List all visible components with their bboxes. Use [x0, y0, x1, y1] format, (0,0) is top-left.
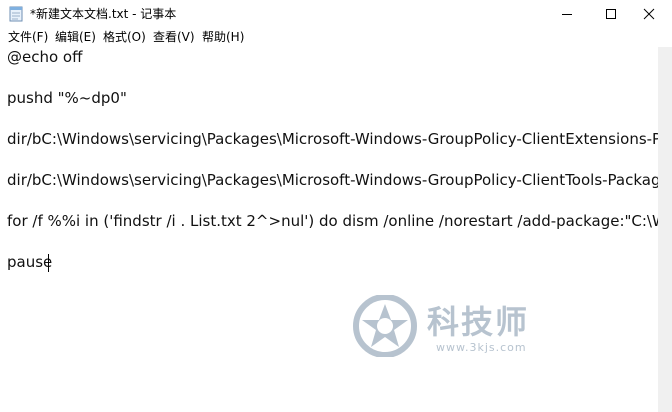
watermark-title: 科技师	[427, 303, 530, 341]
menu-file[interactable]: 文件(F)	[8, 29, 48, 45]
menu-help[interactable]: 帮助(H)	[202, 29, 244, 45]
window-title: *新建文本文档.txt - 记事本	[30, 7, 177, 21]
minimize-button[interactable]	[544, 0, 590, 28]
menu-format[interactable]: 格式(O)	[103, 29, 146, 45]
close-button[interactable]	[626, 0, 672, 28]
text-line: dir/bC:\Windows\servicing\Packages\Micro…	[7, 130, 658, 148]
vertical-scrollbar[interactable]	[658, 47, 672, 412]
text-line: for /f %%i in ('findstr /i . List.txt 2^…	[7, 212, 658, 230]
text-line: dir/bC:\Windows\servicing\Packages\Micro…	[7, 171, 658, 189]
text-line: @echo off	[7, 48, 83, 66]
menu-bar: 文件(F) 编辑(E) 格式(O) 查看(V) 帮助(H)	[0, 28, 672, 48]
text-line: pause	[7, 253, 53, 271]
menu-edit[interactable]: 编辑(E)	[55, 29, 96, 45]
title-bar[interactable]: *新建文本文档.txt - 记事本	[0, 0, 672, 28]
notepad-icon	[9, 6, 23, 22]
text-editor[interactable]: @echo off pushd "%~dp0" dir/bC:\Windows\…	[0, 47, 658, 412]
maximize-icon	[606, 9, 616, 19]
star-logo-icon	[353, 295, 417, 357]
text-line: pushd "%~dp0"	[7, 89, 127, 107]
menu-view[interactable]: 查看(V)	[153, 29, 195, 45]
text-caret	[48, 254, 49, 272]
close-icon	[643, 8, 655, 20]
minimize-icon	[562, 14, 572, 15]
watermark-url: www.3kjs.com	[436, 341, 527, 354]
watermark: 科技师 www.3kjs.com	[352, 295, 552, 359]
